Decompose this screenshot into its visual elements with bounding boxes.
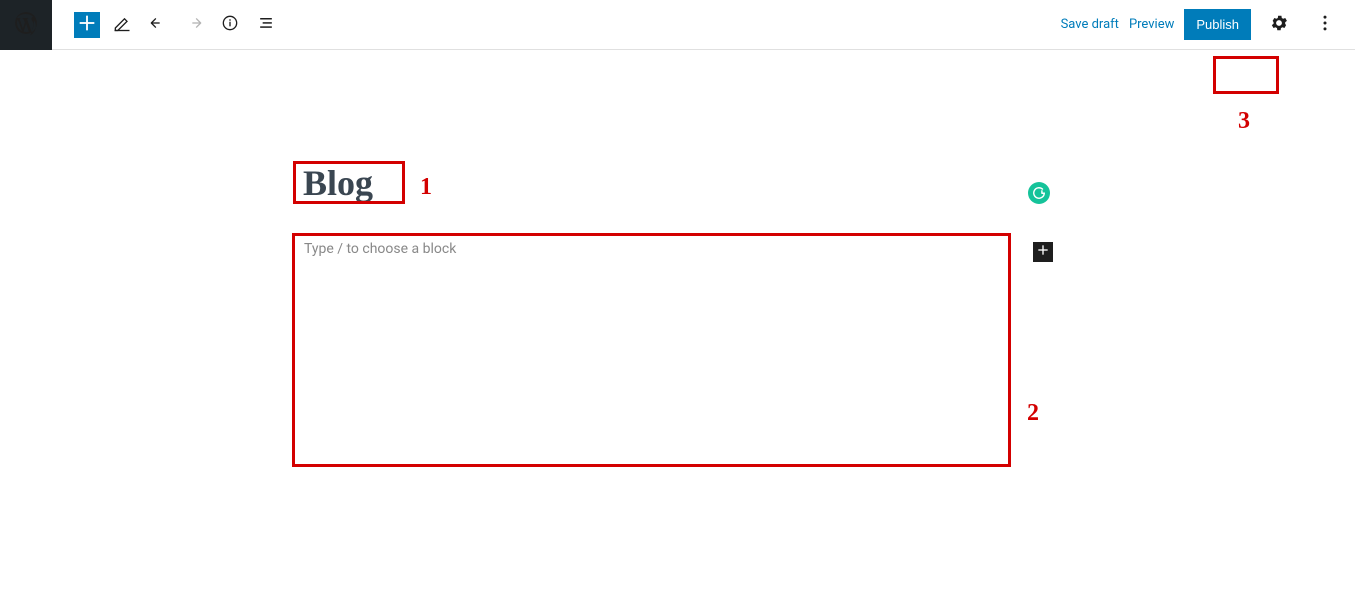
- page-title-text: Blog: [303, 165, 373, 201]
- plus-icon: [76, 12, 98, 37]
- grammarly-badge[interactable]: [1028, 182, 1050, 204]
- plus-icon: [1035, 242, 1051, 262]
- undo-icon: [148, 13, 168, 36]
- save-draft-button[interactable]: Save draft: [1061, 17, 1119, 32]
- editor-header: Save draft Preview Publish: [0, 0, 1355, 50]
- content-placeholder: Type / to choose a block: [292, 233, 1011, 257]
- pencil-icon: [112, 13, 132, 36]
- info-icon: [220, 13, 240, 36]
- page-title-input[interactable]: Blog: [293, 161, 405, 204]
- kebab-icon: [1315, 13, 1335, 37]
- header-toolbar-right: Save draft Preview Publish: [1061, 7, 1355, 43]
- publish-button[interactable]: Publish: [1184, 9, 1251, 40]
- settings-button[interactable]: [1261, 7, 1297, 43]
- edit-mode-button[interactable]: [108, 11, 136, 39]
- header-toolbar-left: [52, 11, 280, 39]
- wordpress-logo-button[interactable]: [0, 0, 52, 50]
- content-block-input[interactable]: Type / to choose a block: [292, 233, 1011, 467]
- redo-button[interactable]: [180, 11, 208, 39]
- list-outline-icon: [256, 13, 276, 36]
- inline-add-block-button[interactable]: [1033, 242, 1053, 262]
- more-options-button[interactable]: [1307, 7, 1343, 43]
- undo-button[interactable]: [144, 11, 172, 39]
- annotation-number-1: 1: [420, 174, 432, 201]
- wordpress-icon: [13, 10, 39, 40]
- redo-icon: [184, 13, 204, 36]
- outline-button[interactable]: [252, 11, 280, 39]
- annotation-number-3: 3: [1238, 108, 1250, 135]
- gear-icon: [1269, 13, 1289, 37]
- annotation-box-3: [1213, 56, 1279, 94]
- editor-canvas: Blog Type / to choose a block 1 2 3: [0, 50, 1355, 110]
- add-block-button[interactable]: [74, 12, 100, 38]
- annotation-number-2: 2: [1027, 400, 1039, 427]
- info-button[interactable]: [216, 11, 244, 39]
- grammarly-icon: [1032, 184, 1046, 203]
- preview-button[interactable]: Preview: [1129, 17, 1174, 32]
